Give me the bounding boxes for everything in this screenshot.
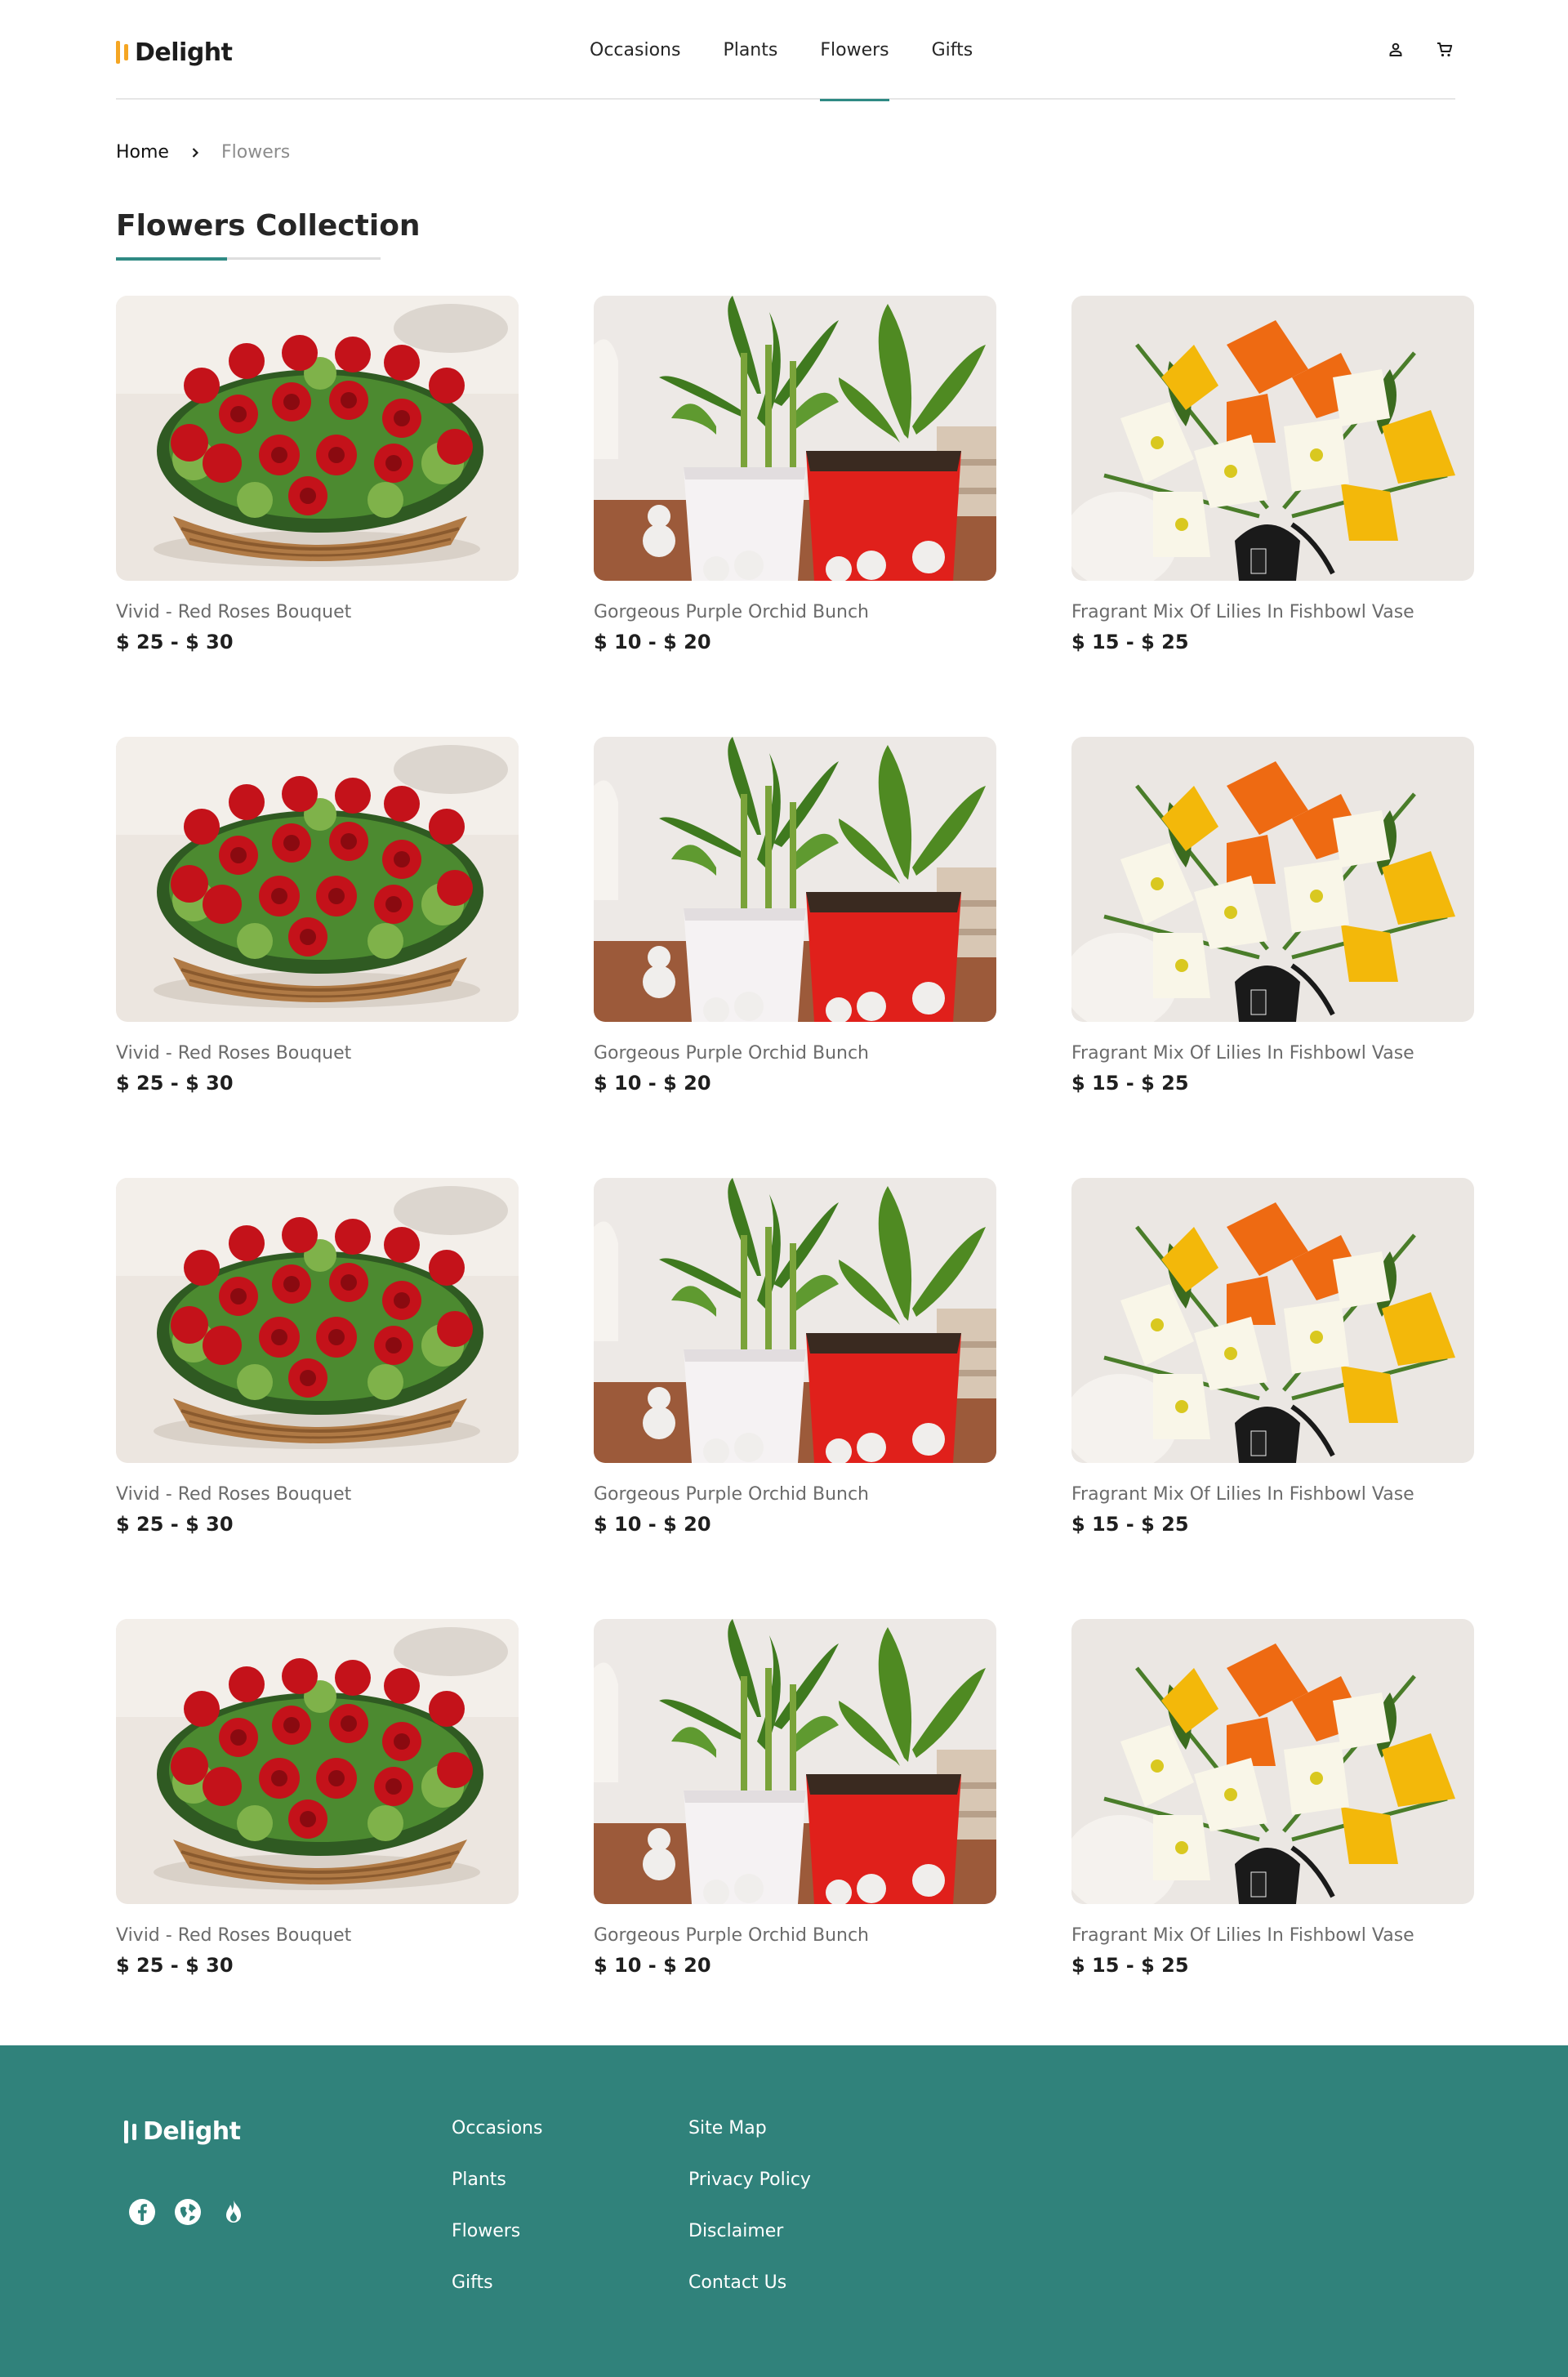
footer-link-gifts[interactable]: Gifts (452, 2268, 542, 2320)
product-card[interactable]: Vivid - Red Roses Bouquet $ 25 - $ 30 (116, 737, 519, 1178)
product-name[interactable]: Fragrant Mix Of Lilies In Fishbowl Vase (1071, 1484, 1474, 1505)
product-grid: Vivid - Red Roses Bouquet $ 25 - $ 30 Go… (116, 296, 1475, 2060)
product-price: $ 10 - $ 20 (594, 1072, 711, 1095)
product-price: $ 10 - $ 20 (594, 631, 711, 653)
product-card[interactable]: Gorgeous Purple Orchid Bunch $ 10 - $ 20 (594, 1619, 996, 2060)
cart-icon[interactable] (1432, 38, 1457, 62)
product-price: $ 15 - $ 25 (1071, 1954, 1189, 1977)
product-image[interactable] (594, 296, 996, 581)
product-price: $ 15 - $ 25 (1071, 1513, 1189, 1536)
product-price: $ 25 - $ 30 (116, 1072, 234, 1095)
product-name[interactable]: Vivid - Red Roses Bouquet (116, 602, 519, 622)
product-card[interactable]: Vivid - Red Roses Bouquet $ 25 - $ 30 (116, 296, 519, 737)
product-name[interactable]: Vivid - Red Roses Bouquet (116, 1925, 519, 1946)
footer-brand-name: Delight (143, 2117, 241, 2146)
product-image[interactable] (1071, 1178, 1474, 1463)
product-name[interactable]: Fragrant Mix Of Lilies In Fishbowl Vase (1071, 602, 1474, 622)
footer-link-site-map[interactable]: Site Map (688, 2114, 811, 2165)
product-image[interactable] (1071, 737, 1474, 1022)
brand-name: Delight (135, 38, 233, 67)
breadcrumb: Home Flowers (116, 142, 290, 163)
page-title: Flowers Collection (116, 209, 421, 243)
product-card[interactable]: Gorgeous Purple Orchid Bunch $ 10 - $ 20 (594, 737, 996, 1178)
footer-link-disclaimer[interactable]: Disclaimer (688, 2217, 811, 2268)
chevron-right-icon (190, 147, 200, 158)
title-underline-accent (116, 257, 227, 261)
product-image[interactable] (594, 1619, 996, 1904)
product-image[interactable] (1071, 1619, 1474, 1904)
product-image[interactable] (116, 1619, 519, 1904)
product-image[interactable] (116, 1178, 519, 1463)
product-name[interactable]: Gorgeous Purple Orchid Bunch (594, 1925, 996, 1946)
social-links (127, 2197, 248, 2227)
nav-flowers[interactable]: Flowers (820, 0, 889, 101)
product-price: $ 10 - $ 20 (594, 1513, 711, 1536)
product-image[interactable] (116, 737, 519, 1022)
footer-link-plants[interactable]: Plants (452, 2165, 542, 2217)
nav-occasions[interactable]: Occasions (590, 0, 680, 100)
product-price: $ 25 - $ 30 (116, 1513, 234, 1536)
product-image[interactable] (1071, 296, 1474, 581)
product-name[interactable]: Gorgeous Purple Orchid Bunch (594, 602, 996, 622)
facebook-icon[interactable] (127, 2197, 157, 2227)
product-name[interactable]: Vivid - Red Roses Bouquet (116, 1043, 519, 1064)
product-image[interactable] (594, 1178, 996, 1463)
logo-mark-icon (124, 2120, 136, 2143)
product-card[interactable]: Gorgeous Purple Orchid Bunch $ 10 - $ 20 (594, 296, 996, 737)
product-price: $ 25 - $ 30 (116, 631, 234, 653)
product-card[interactable]: Fragrant Mix Of Lilies In Fishbowl Vase … (1071, 737, 1474, 1178)
brand-logo[interactable]: Delight (116, 36, 233, 69)
product-price: $ 25 - $ 30 (116, 1954, 234, 1977)
footer-links-info: Site Map Privacy Policy Disclaimer Conta… (688, 2114, 811, 2320)
product-price: $ 15 - $ 25 (1071, 1072, 1189, 1095)
product-price: $ 15 - $ 25 (1071, 631, 1189, 653)
product-card[interactable]: Fragrant Mix Of Lilies In Fishbowl Vase … (1071, 1619, 1474, 2060)
product-card[interactable]: Gorgeous Purple Orchid Bunch $ 10 - $ 20 (594, 1178, 996, 1619)
product-name[interactable]: Fragrant Mix Of Lilies In Fishbowl Vase (1071, 1925, 1474, 1946)
nav-plants[interactable]: Plants (723, 0, 777, 100)
nav-gifts[interactable]: Gifts (932, 0, 973, 100)
globe-icon[interactable] (173, 2197, 203, 2227)
footer-links-categories: Occasions Plants Flowers Gifts (452, 2114, 542, 2320)
product-name[interactable]: Gorgeous Purple Orchid Bunch (594, 1043, 996, 1064)
product-price: $ 10 - $ 20 (594, 1954, 711, 1977)
breadcrumb-current: Flowers (220, 142, 291, 163)
footer-link-contact-us[interactable]: Contact Us (688, 2268, 811, 2320)
product-name[interactable]: Vivid - Red Roses Bouquet (116, 1484, 519, 1505)
main-nav: Occasions Plants Flowers Gifts (590, 0, 1015, 101)
footer-link-flowers[interactable]: Flowers (452, 2217, 542, 2268)
product-name[interactable]: Gorgeous Purple Orchid Bunch (594, 1484, 996, 1505)
product-card[interactable]: Fragrant Mix Of Lilies In Fishbowl Vase … (1071, 296, 1474, 737)
product-card[interactable]: Fragrant Mix Of Lilies In Fishbowl Vase … (1071, 1178, 1474, 1619)
product-image[interactable] (116, 296, 519, 581)
product-image[interactable] (594, 737, 996, 1022)
product-name[interactable]: Fragrant Mix Of Lilies In Fishbowl Vase (1071, 1043, 1474, 1064)
user-icon[interactable] (1383, 38, 1408, 62)
footer-link-occasions[interactable]: Occasions (452, 2114, 542, 2165)
site-footer: Delight Occasions Plants Flowers Gifts S… (0, 2045, 1568, 2377)
product-card[interactable]: Vivid - Red Roses Bouquet $ 25 - $ 30 (116, 1619, 519, 2060)
site-header: Delight Occasions Plants Flowers Gifts (116, 0, 1457, 101)
footer-link-privacy-policy[interactable]: Privacy Policy (688, 2165, 811, 2217)
breadcrumb-home[interactable]: Home (116, 142, 169, 163)
logo-mark-icon (116, 41, 128, 64)
product-card[interactable]: Vivid - Red Roses Bouquet $ 25 - $ 30 (116, 1178, 519, 1619)
flame-icon[interactable] (219, 2197, 248, 2227)
footer-logo[interactable]: Delight (124, 2117, 241, 2146)
